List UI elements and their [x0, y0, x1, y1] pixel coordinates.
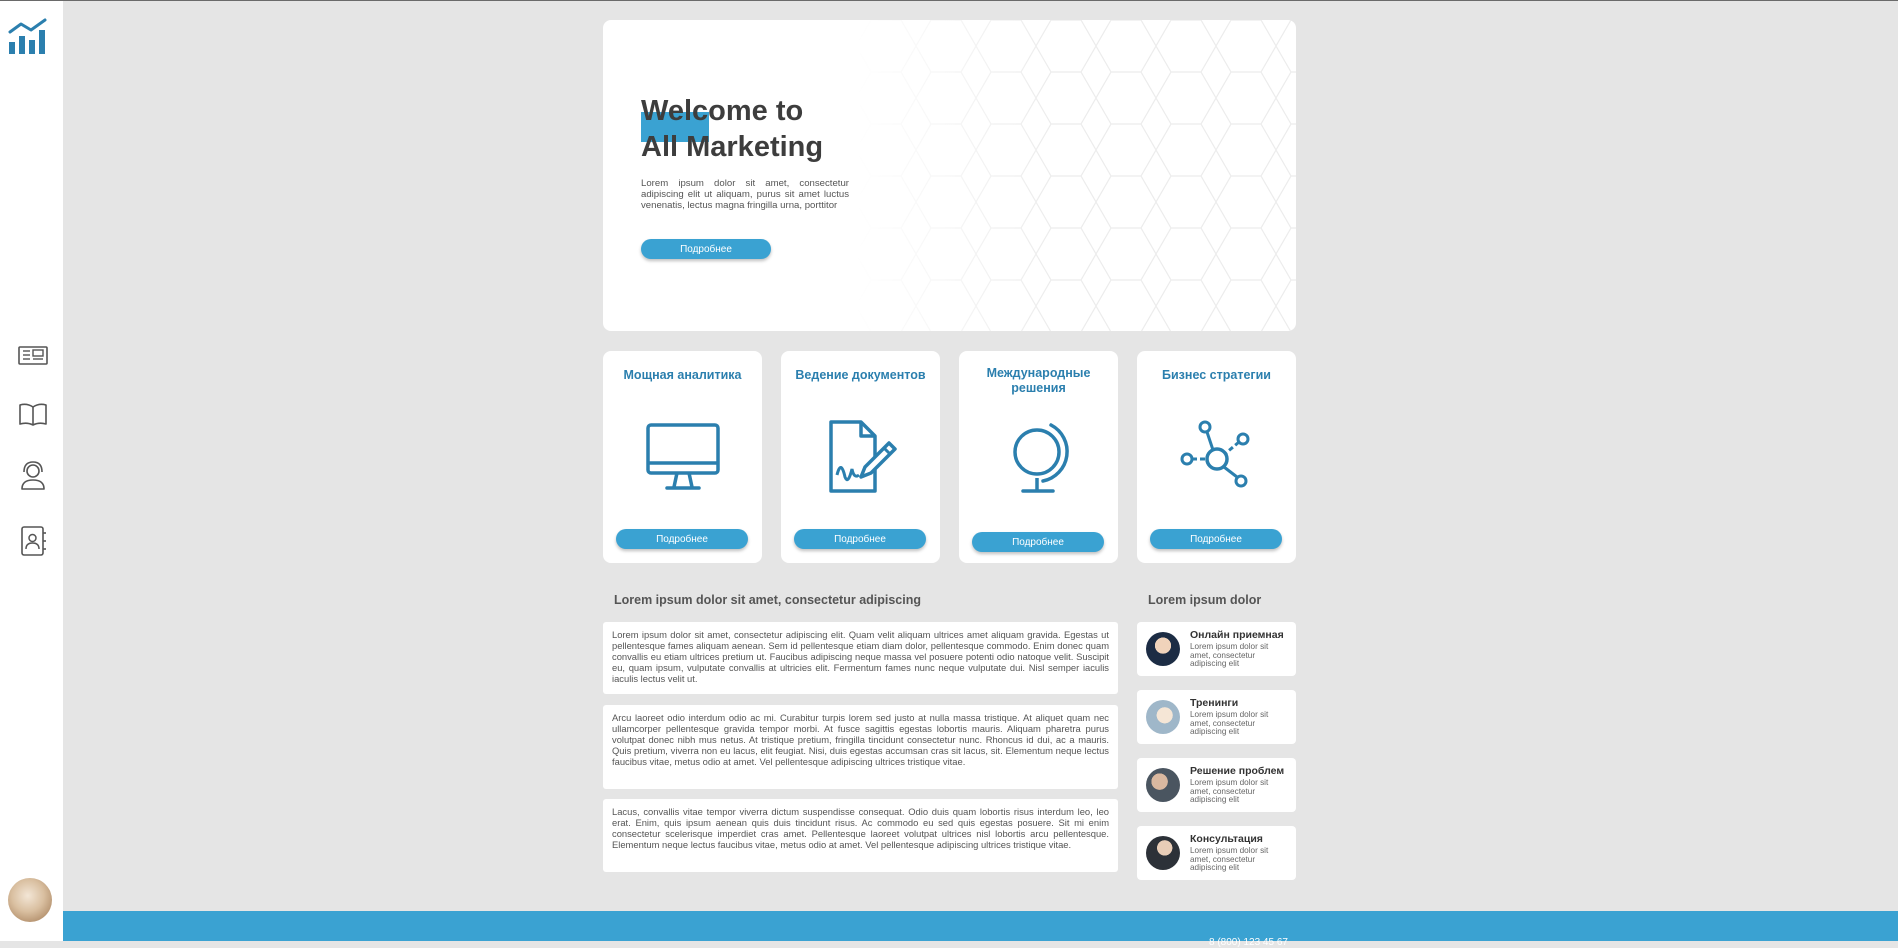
newspaper-icon[interactable] [17, 339, 49, 371]
service-card-title: Мощная аналитика [623, 368, 742, 382]
articles-heading: Lorem ipsum dolor sit amet, consectetur … [614, 593, 922, 607]
side-item-title: Тренинги [1190, 697, 1239, 709]
article-paragraph: Lacus, convallis vitae tempor viverra di… [612, 806, 1109, 850]
footer-phone[interactable]: 8 (800) 123 45 67 [1209, 937, 1288, 948]
monitor-icon [646, 423, 720, 490]
service-card-international: Международные решения Подробнее [959, 351, 1118, 563]
sidebar [0, 1, 63, 941]
hexagon-pattern [856, 20, 1296, 331]
service-card-title: Международные решения [986, 366, 1091, 395]
consultant-avatar [1146, 632, 1180, 666]
side-list-item[interactable]: Тренинги Lorem ipsum dolor sit amet, con… [1137, 690, 1296, 744]
manager-avatar [1146, 836, 1180, 870]
article-block: Lacus, convallis vitae tempor viverra di… [603, 799, 1118, 872]
side-list-heading: Lorem ipsum dolor [1148, 593, 1262, 607]
user-avatar[interactable] [8, 878, 52, 922]
service-more-button[interactable]: Подробнее [1150, 529, 1282, 549]
side-item-text: Lorem ipsum dolor sit amet, consectetur … [1190, 710, 1269, 737]
hero-description: Lorem ipsum dolor sit amet, consectetur … [641, 178, 849, 211]
side-item-text: Lorem ipsum dolor sit amet, consectetur … [1190, 642, 1269, 669]
contacts-book-icon[interactable] [17, 525, 49, 557]
article-paragraph: Arcu laoreet odio interdum odio ac mi. C… [612, 712, 1109, 767]
side-item-title: Консультация [1190, 833, 1263, 845]
service-card-title: Ведение документов [795, 368, 926, 382]
support-agent-icon[interactable] [17, 459, 49, 491]
globe-icon [1013, 423, 1069, 493]
advisor-avatar [1146, 768, 1180, 802]
service-card-title: Бизнес стратегии [1162, 368, 1271, 382]
side-list-item[interactable]: Консультация Lorem ipsum dolor sit amet,… [1137, 826, 1296, 880]
document-sign-icon [829, 420, 897, 493]
side-item-text: Lorem ipsum dolor sit amet, consectetur … [1190, 778, 1269, 805]
side-item-text: Lorem ipsum dolor sit amet, consectetur … [1190, 846, 1269, 873]
side-list-item[interactable]: Решение проблем Lorem ipsum dolor sit am… [1137, 758, 1296, 812]
trainer-avatar [1146, 700, 1180, 734]
footer: 8 (800) 123 45 67 [63, 911, 1898, 948]
service-more-button[interactable]: Подробнее [616, 529, 748, 549]
service-more-button[interactable]: Подробнее [972, 532, 1104, 552]
side-list-item[interactable]: Онлайн приемная Lorem ipsum dolor sit am… [1137, 622, 1296, 676]
service-more-button[interactable]: Подробнее [794, 529, 926, 549]
side-item-title: Онлайн приемная [1190, 629, 1284, 641]
service-card-documents: Ведение документов Подробнее [781, 351, 940, 563]
hero-title: Welcome to All Marketing [641, 93, 961, 165]
hero-banner: Welcome to All Marketing Lorem ipsum dol… [603, 20, 1296, 331]
service-card-analytics: Мощная аналитика Подробнее [603, 351, 762, 563]
window-top-border [0, 0, 1898, 1]
article-paragraph: Lorem ipsum dolor sit amet, consectetur … [612, 629, 1109, 684]
hero-title-line2: All Marketing [641, 131, 824, 163]
book-icon[interactable] [17, 398, 49, 430]
article-block: Arcu laoreet odio interdum odio ac mi. C… [603, 705, 1118, 789]
service-card-strategy: Бизнес стратегии Подробнее [1137, 351, 1296, 563]
network-nodes-icon [1180, 420, 1250, 488]
article-block: Lorem ipsum dolor sit amet, consectetur … [603, 622, 1118, 694]
side-item-title: Решение проблем [1190, 765, 1285, 777]
hero-more-button[interactable]: Подробнее [641, 239, 771, 259]
bar-chart-trend-icon[interactable] [8, 18, 48, 54]
hero-title-line1: Welcome to [641, 95, 804, 127]
